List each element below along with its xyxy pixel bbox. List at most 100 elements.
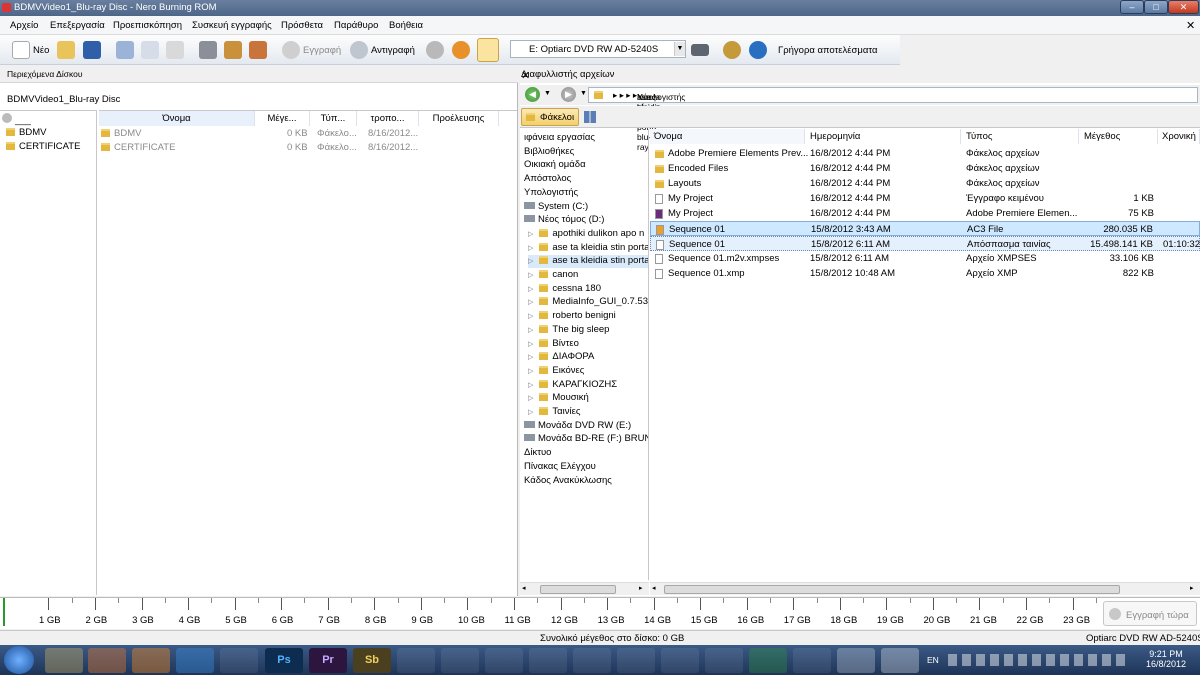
table-row[interactable]: BDMV 0 KB Φάκελο... 8/16/2012... xyxy=(101,128,501,142)
premiere-taskbar-icon[interactable]: Pr xyxy=(309,648,347,673)
file-row[interactable]: My Project 16/8/2012 4:44 PM Adobe Premier… xyxy=(650,206,1200,221)
nero-taskbar-icon[interactable] xyxy=(881,648,919,673)
column-duration[interactable]: Χρονική xyxy=(1158,129,1200,144)
ie-taskbar-icon[interactable] xyxy=(176,648,214,673)
info-icon[interactable] xyxy=(749,41,767,59)
scroll-right-icon[interactable]: ▸ xyxy=(1190,584,1194,592)
scrollbar-thumb[interactable] xyxy=(664,585,1120,594)
expand-icon[interactable]: ▷ xyxy=(528,327,533,334)
file-row[interactable]: Encoded Files 16/8/2012 4:44 PM Φάκελος αρ… xyxy=(650,161,1200,176)
disc-icon[interactable] xyxy=(426,41,444,59)
copy-disc-icon[interactable] xyxy=(350,41,368,59)
disc-info-icon[interactable] xyxy=(224,41,242,59)
tree-item-certificate[interactable]: CERTIFICATE xyxy=(6,141,80,155)
expand-icon[interactable]: ▷ xyxy=(528,354,533,361)
app-taskbar-icon[interactable] xyxy=(793,648,831,673)
new-button-label[interactable]: Νέο xyxy=(33,45,49,56)
tree-item[interactable]: ▷ ase ta kleidia stin porta xyxy=(528,242,648,255)
tree-item[interactable]: ▷ Ταινίες xyxy=(528,406,580,419)
app-taskbar-icon[interactable] xyxy=(441,648,479,673)
expand-icon[interactable]: ▷ xyxy=(528,409,533,416)
menu-preview[interactable]: Προεπισκόπηση xyxy=(113,20,182,31)
expand-icon[interactable]: ▷ xyxy=(528,313,533,320)
table-row[interactable]: CERTIFICATE 0 KB Φάκελο... 8/16/2012... xyxy=(101,142,501,156)
expand-icon[interactable]: ▷ xyxy=(528,382,533,389)
column-name[interactable]: Όνομα xyxy=(650,129,805,144)
minimize-button[interactable]: – xyxy=(1120,0,1144,14)
tree-item[interactable]: ▷ Εικόνες xyxy=(528,365,584,378)
menu-window[interactable]: Παράθυρο xyxy=(334,20,378,31)
file-row[interactable]: Sequence 01 15/8/2012 6:11 AM Απόσπασμα τα… xyxy=(650,236,1200,251)
quick-results-button[interactable]: Γρήγορα αποτελέσματα xyxy=(778,45,877,56)
burn-now-button[interactable]: Εγγραφή τώρα xyxy=(1103,601,1197,626)
tree-item[interactable]: ▷ apothiki dulikon apo n xyxy=(528,228,644,241)
language-indicator[interactable]: EN xyxy=(927,655,939,665)
tree-item[interactable]: Οικιακή ομάδα xyxy=(524,159,586,172)
expand-icon[interactable]: ▷ xyxy=(528,299,533,306)
burn-button-label[interactable]: Εγγραφή xyxy=(303,45,341,56)
soundbooth-taskbar-icon[interactable]: Sb xyxy=(353,648,391,673)
app-taskbar-icon[interactable] xyxy=(529,648,567,673)
new-icon[interactable] xyxy=(12,41,30,59)
library-icon[interactable] xyxy=(199,41,217,59)
scroll-left-icon[interactable]: ◂ xyxy=(652,584,656,592)
back-icon[interactable]: ◀ xyxy=(525,87,540,102)
scroll-left-icon[interactable]: ◂ xyxy=(522,584,526,592)
menu-close-icon[interactable]: ✕ xyxy=(1186,19,1195,32)
drive-icon[interactable] xyxy=(691,44,709,56)
tree-scrollbar[interactable]: ◂ ▸ xyxy=(520,582,649,595)
tree-item[interactable]: Υπολογιστής xyxy=(524,187,578,200)
forward-icon[interactable]: ▶ xyxy=(561,87,576,102)
copy-disc-label[interactable]: Αντιγραφή xyxy=(371,45,415,56)
tree-item[interactable]: ▷ ase ta kleidia stin porta xyxy=(528,255,648,269)
clock[interactable]: 9:21 PM 16/8/2012 xyxy=(1140,649,1192,669)
tree-item[interactable]: ▷ cessna 180 xyxy=(528,283,601,296)
expand-icon[interactable]: ▷ xyxy=(528,272,533,279)
file-row[interactable]: Sequence 01 15/8/2012 3:43 AM AC3 File 280.… xyxy=(650,221,1200,236)
chrome-taskbar-icon[interactable] xyxy=(749,648,787,673)
file-browser-close-icon[interactable]: ✕ xyxy=(521,69,530,82)
close-button[interactable]: ✕ xyxy=(1168,0,1199,14)
expand-icon[interactable]: ▷ xyxy=(528,258,533,265)
history-dropdown-icon[interactable]: ▼ xyxy=(544,90,551,97)
maximize-button[interactable]: □ xyxy=(1144,0,1168,14)
column-origin[interactable]: Προέλευσης xyxy=(419,111,499,126)
tools-icon[interactable] xyxy=(249,41,267,59)
tree-item[interactable]: Δίκτυο xyxy=(524,447,551,460)
scrollbar-thumb[interactable] xyxy=(540,585,616,594)
app-taskbar-icon[interactable] xyxy=(397,648,435,673)
column-modified[interactable]: τροπο... xyxy=(357,111,419,126)
tree-item[interactable]: Βιβλιοθήκες xyxy=(524,146,574,159)
tree-root[interactable]: ___ xyxy=(2,113,31,127)
cut-icon[interactable] xyxy=(116,41,134,59)
column-name[interactable]: Όνομα xyxy=(99,111,255,126)
menu-file[interactable]: Αρχείο xyxy=(10,20,38,31)
expand-icon[interactable]: ▷ xyxy=(528,395,533,402)
paste-icon[interactable] xyxy=(166,41,184,59)
tree-item[interactable]: ▷ canon xyxy=(528,269,578,282)
address-bar[interactable]: ▸ Υπολογιστής ▸ Νέος τόμος (D:) ▸ ase ta… xyxy=(588,87,1198,152)
menu-help[interactable]: Βοήθεια xyxy=(389,20,423,31)
tree-item[interactable]: Κάδος Ανακύκλωσης xyxy=(524,475,612,488)
app-taskbar-icon[interactable] xyxy=(661,648,699,673)
file-row[interactable]: Adobe Premiere Elements Prev... 16/8/2012… xyxy=(650,146,1200,161)
tree-item[interactable]: ▷ Μουσική xyxy=(528,392,589,405)
system-tray-icons[interactable] xyxy=(948,654,1128,666)
app-taskbar-icon[interactable] xyxy=(705,648,743,673)
file-list-scrollbar[interactable]: ◂ ▸ xyxy=(650,582,1200,595)
drive-select[interactable]: E: Optiarc DVD RW AD-5240S ▼ xyxy=(510,40,686,58)
view-mode-icon[interactable] xyxy=(584,111,596,123)
tree-item[interactable]: Μονάδα BD-RE (F:) BRUN xyxy=(524,433,648,446)
column-size[interactable]: Μέγεθος xyxy=(1079,129,1158,144)
app-taskbar-icon[interactable] xyxy=(837,648,875,673)
photoshop-taskbar-icon[interactable]: Ps xyxy=(265,648,303,673)
tree-item[interactable]: ▷ ΚΑΡΑΓΚΙΟΖΗΣ xyxy=(528,379,617,392)
scroll-right-icon[interactable]: ▸ xyxy=(639,584,643,592)
chevron-down-icon[interactable]: ▼ xyxy=(674,42,685,56)
file-row[interactable]: Sequence 01.xmp 15/8/2012 10:48 AM Αρχείο … xyxy=(650,266,1200,281)
tree-item[interactable]: ▷ Βίντεο xyxy=(528,338,579,351)
tree-item[interactable]: ▷ ΔΙΑΦΟΡΑ xyxy=(528,351,594,364)
file-row[interactable]: Sequence 01.m2v.xmpses 15/8/2012 6:11 AM Α… xyxy=(650,251,1200,266)
tree-item-bdmv[interactable]: BDMV xyxy=(6,127,46,141)
expand-icon[interactable]: ▷ xyxy=(528,341,533,348)
